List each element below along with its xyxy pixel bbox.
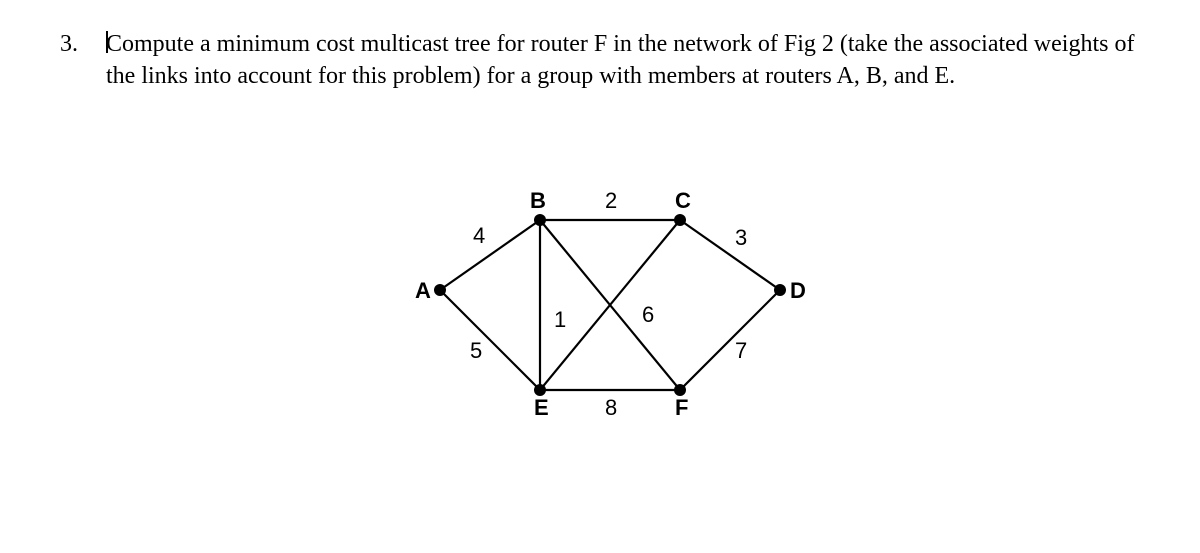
edge-d-f <box>680 290 780 390</box>
node-a <box>434 284 446 296</box>
question-text-content: Compute a minimum cost multicast tree fo… <box>106 31 1134 89</box>
weight-a-e: 5 <box>470 338 482 363</box>
node-c <box>674 214 686 226</box>
weight-c-d: 3 <box>735 225 747 250</box>
weight-a-b: 4 <box>473 223 485 248</box>
weight-b-e: 1 <box>554 307 566 332</box>
weight-b-c: 2 <box>605 190 617 213</box>
question-block: 3. Compute a minimum cost multicast tree… <box>60 28 1150 93</box>
weight-b-f: 6 <box>642 302 654 327</box>
label-c: C <box>675 190 691 213</box>
label-a: A <box>415 278 431 303</box>
label-d: D <box>790 278 806 303</box>
label-e: E <box>534 395 549 420</box>
label-f: F <box>675 395 688 420</box>
node-d <box>774 284 786 296</box>
question-text: Compute a minimum cost multicast tree fo… <box>106 28 1136 93</box>
question-number: 3. <box>60 28 100 60</box>
page: 3. Compute a minimum cost multicast tree… <box>0 0 1200 553</box>
graph-svg: A B C D E F 4 2 3 5 1 6 7 8 <box>410 190 810 430</box>
weight-d-f: 7 <box>735 338 747 363</box>
network-diagram: A B C D E F 4 2 3 5 1 6 7 8 <box>410 190 810 430</box>
node-b <box>534 214 546 226</box>
weight-e-f: 8 <box>605 395 617 420</box>
edge-a-b <box>440 220 540 290</box>
edge-c-d <box>680 220 780 290</box>
edge-a-e <box>440 290 540 390</box>
label-b: B <box>530 190 546 213</box>
